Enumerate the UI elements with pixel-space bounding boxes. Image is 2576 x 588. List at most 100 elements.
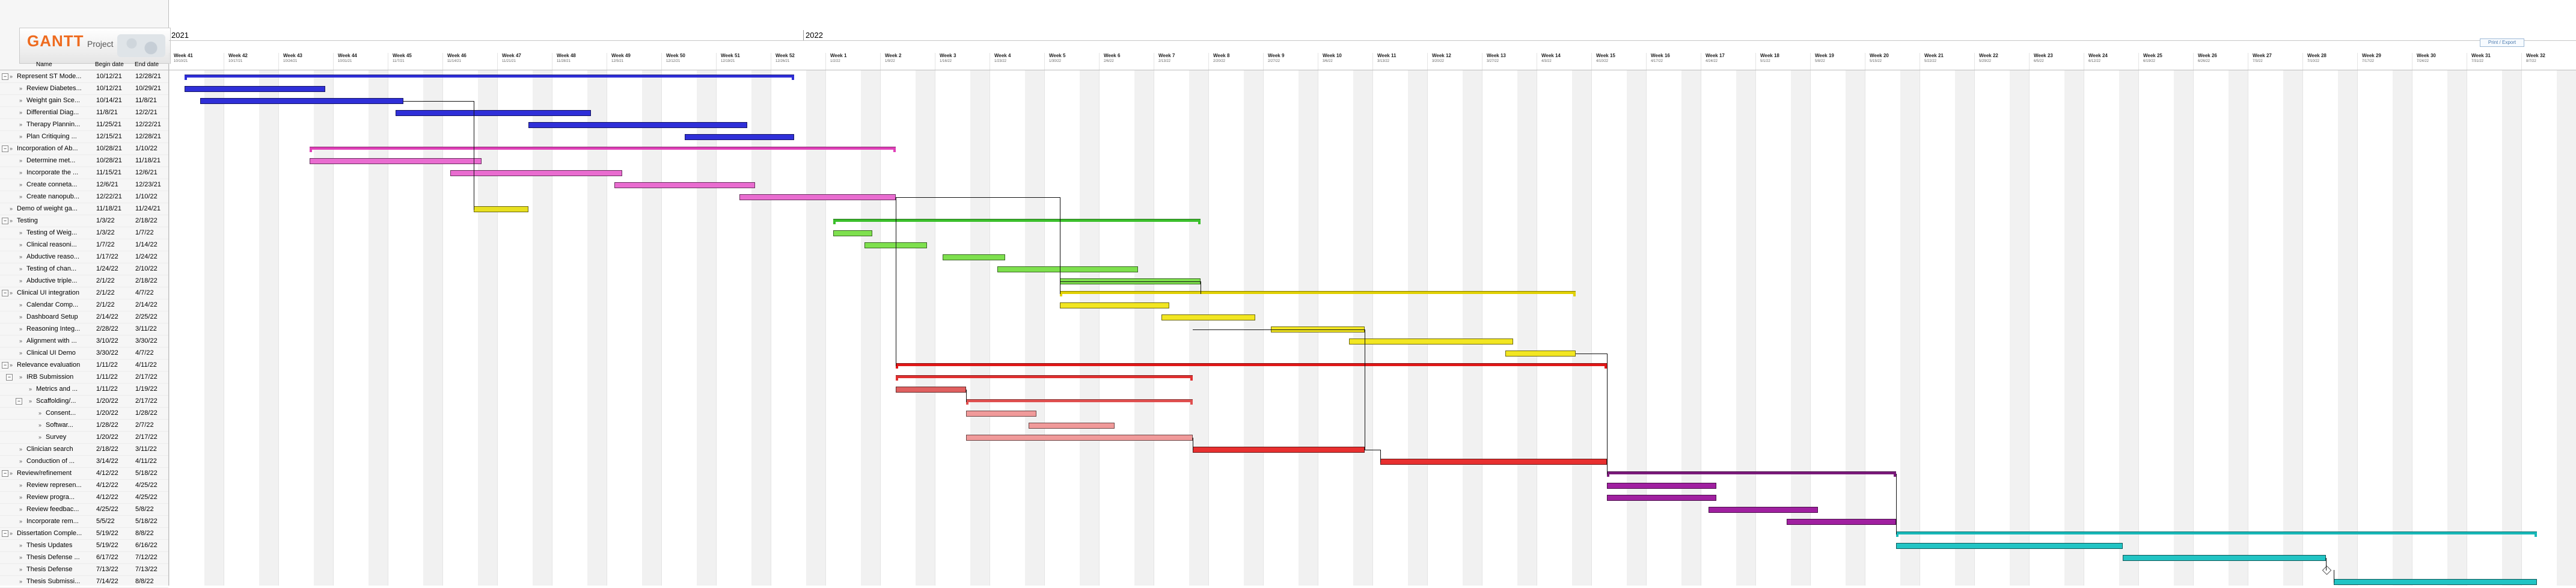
task-row[interactable]: » Clinical reasoni... 1/7/22 1/14/22: [0, 239, 168, 251]
task-row[interactable]: » Review represen... 4/12/22 4/25/22: [0, 480, 168, 492]
task-bar[interactable]: [1709, 507, 1818, 513]
task-row[interactable]: » Thesis Submissi... 7/14/22 8/8/22: [0, 576, 168, 588]
task-bar[interactable]: [685, 134, 794, 140]
task-bar[interactable]: [896, 387, 966, 393]
task-row[interactable]: » Determine met... 10/28/21 11/18/21: [0, 155, 168, 167]
task-bar[interactable]: [739, 194, 896, 200]
task-row[interactable]: » Review progra... 4/12/22 4/25/22: [0, 492, 168, 504]
task-bar[interactable]: [2123, 555, 2326, 561]
task-bar[interactable]: [1607, 495, 1716, 501]
task-row[interactable]: » Reasoning Integ... 2/28/22 3/11/22: [0, 323, 168, 335]
collapse-toggle-icon[interactable]: −: [2, 362, 8, 369]
task-bar[interactable]: [2334, 579, 2537, 585]
task-row[interactable]: » Consent... 1/20/22 1/28/22: [0, 408, 168, 420]
collapse-toggle-icon[interactable]: −: [2, 218, 8, 224]
task-row[interactable]: » Weight gain Sce... 10/14/21 11/8/21: [0, 95, 168, 107]
task-row[interactable]: » Create nanopub... 12/22/21 1/10/22: [0, 191, 168, 203]
task-row[interactable]: » Thesis Updates 5/19/22 6/16/22: [0, 540, 168, 552]
collapse-toggle-icon[interactable]: −: [2, 73, 8, 80]
task-row[interactable]: » Metrics and ... 1/11/22 1/19/22: [0, 384, 168, 396]
task-bar[interactable]: [1029, 423, 1115, 429]
task-bar[interactable]: [1060, 302, 1169, 308]
print-button[interactable]: Print / Export: [2480, 38, 2524, 47]
task-row[interactable]: » Differential Diag... 11/8/21 12/2/21: [0, 107, 168, 119]
summary-bar[interactable]: [1607, 471, 1896, 477]
task-row[interactable]: −» Represent ST Mode... 10/12/21 12/28/21: [0, 71, 168, 83]
task-row[interactable]: − » Scaffolding/... 1/20/22 2/17/22: [0, 396, 168, 408]
collapse-toggle-icon[interactable]: −: [2, 290, 8, 296]
task-bar[interactable]: [528, 122, 747, 128]
task-bar[interactable]: [614, 182, 755, 188]
task-row[interactable]: » Clinician search 2/18/22 3/11/22: [0, 444, 168, 456]
task-row[interactable]: » Review Diabetes... 10/12/21 10/29/21: [0, 83, 168, 95]
task-bar[interactable]: [1161, 314, 1255, 320]
dependency-arrow: [1060, 281, 1201, 294]
summary-bar[interactable]: [1896, 531, 2537, 537]
week-date: 12/12/21: [666, 60, 681, 63]
task-row[interactable]: » Thesis Defense 7/13/22 7/13/22: [0, 564, 168, 576]
task-row[interactable]: » Testing of chan... 1/24/22 2/10/22: [0, 263, 168, 275]
column-header-name[interactable]: Name: [36, 61, 52, 68]
week-date: 12/26/21: [776, 60, 790, 63]
task-row[interactable]: » Clinical UI Demo 3/30/22 4/7/22: [0, 348, 168, 360]
task-bar[interactable]: [1896, 543, 2123, 549]
summary-bar[interactable]: [310, 147, 896, 152]
task-row[interactable]: −» Review/refinement 4/12/22 5/18/22: [0, 468, 168, 480]
task-row[interactable]: » Abductive reaso... 1/17/22 1/24/22: [0, 251, 168, 263]
task-bar[interactable]: [966, 435, 1193, 441]
task-bar[interactable]: [1607, 483, 1716, 489]
task-row[interactable]: » Incorporate rem... 5/5/22 5/18/22: [0, 516, 168, 528]
weekend-stripe: [2502, 70, 2521, 586]
task-bar[interactable]: [185, 86, 325, 92]
week-label: Week 51: [721, 53, 740, 58]
task-bar[interactable]: [833, 230, 872, 236]
task-row[interactable]: » Therapy Plannin... 11/25/21 12/22/21: [0, 119, 168, 131]
task-bar[interactable]: [1505, 351, 1576, 357]
task-row[interactable]: −» IRB Submission 1/11/22 2/17/22: [0, 372, 168, 384]
column-header-end[interactable]: End date: [135, 61, 159, 68]
task-row[interactable]: » Thesis Defense ... 6/17/22 7/12/22: [0, 552, 168, 564]
task-bar[interactable]: [200, 98, 403, 104]
task-row[interactable]: » Incorporate the ... 11/15/21 12/6/21: [0, 167, 168, 179]
milestone-marker[interactable]: [2322, 565, 2332, 575]
summary-bar[interactable]: [185, 75, 794, 80]
summary-bar[interactable]: [896, 375, 1193, 381]
task-bar[interactable]: [1787, 519, 1896, 525]
task-row[interactable]: −» Clinical UI integration 2/1/22 4/7/22: [0, 287, 168, 299]
week-date: 3/13/22: [1377, 60, 1390, 63]
task-row[interactable]: » Testing of Weig... 1/3/22 1/7/22: [0, 227, 168, 239]
task-row[interactable]: » Survey 1/20/22 2/17/22: [0, 432, 168, 444]
task-row[interactable]: » Plan Critiquing ... 12/15/21 12/28/21: [0, 131, 168, 143]
task-row[interactable]: −» Dissertation Comple... 5/19/22 8/8/22: [0, 528, 168, 540]
task-bar[interactable]: [966, 411, 1036, 417]
column-header-begin[interactable]: Begin date: [95, 61, 124, 68]
week-gridline: [661, 53, 662, 586]
task-row[interactable]: » Alignment with ... 3/10/22 3/30/22: [0, 335, 168, 348]
task-type-icon: »: [19, 109, 23, 115]
task-row[interactable]: −» Testing 1/3/22 2/18/22: [0, 215, 168, 227]
task-bar[interactable]: [1380, 459, 1607, 465]
collapse-toggle-icon[interactable]: −: [2, 530, 8, 537]
task-row[interactable]: » Review feedbac... 4/25/22 5/8/22: [0, 504, 168, 516]
task-row[interactable]: −» Incorporation of Ab... 10/28/21 1/10/22: [0, 143, 168, 155]
collapse-toggle-icon[interactable]: −: [2, 470, 8, 477]
task-row[interactable]: » Demo of weight ga... 11/18/21 11/24/21: [0, 203, 168, 215]
year-label-2021: 2021: [171, 31, 189, 40]
summary-bar[interactable]: [966, 399, 1193, 405]
collapse-toggle-icon[interactable]: −: [16, 398, 22, 405]
task-end-date: 4/11/22: [135, 458, 157, 465]
task-row[interactable]: » Softwar... 1/28/22 2/7/22: [0, 420, 168, 432]
collapse-toggle-icon[interactable]: −: [6, 374, 13, 381]
task-row[interactable]: −» Relevance evaluation 1/11/22 4/11/22: [0, 360, 168, 372]
task-end-date: 4/11/22: [135, 361, 157, 369]
task-row[interactable]: » Calendar Comp... 2/1/22 2/14/22: [0, 299, 168, 311]
task-bar[interactable]: [1349, 338, 1513, 345]
task-row[interactable]: » Create conneta... 12/6/21 12/23/21: [0, 179, 168, 191]
task-row[interactable]: » Dashboard Setup 2/14/22 2/25/22: [0, 311, 168, 323]
task-bar[interactable]: [450, 170, 622, 176]
task-row[interactable]: » Abductive triple... 2/1/22 2/18/22: [0, 275, 168, 287]
collapse-toggle-icon[interactable]: −: [2, 145, 8, 152]
task-row[interactable]: » Conduction of ... 3/14/22 4/11/22: [0, 456, 168, 468]
task-name: Dissertation Comple...: [17, 530, 82, 537]
task-bar[interactable]: [474, 206, 528, 212]
